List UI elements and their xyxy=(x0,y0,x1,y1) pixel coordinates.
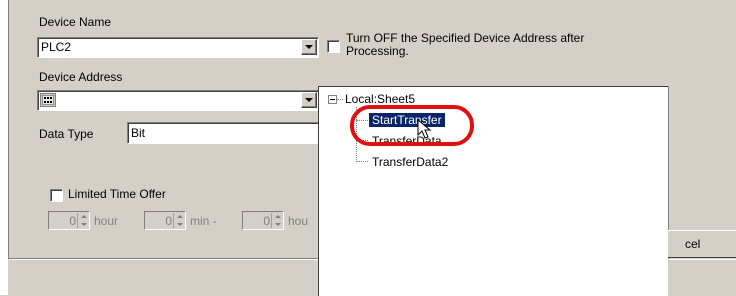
device-tree-popup[interactable]: Local:Sheet5 StartTransfer TransferData … xyxy=(318,86,668,296)
device-name-label: Device Name xyxy=(39,15,112,29)
keypad-grid-icon xyxy=(42,95,54,105)
spin-down-icon[interactable] xyxy=(272,220,283,228)
window-left-edge xyxy=(0,0,8,295)
spin-up-icon[interactable] xyxy=(78,213,89,221)
min-label: min - xyxy=(190,214,217,228)
data-type-label: Data Type xyxy=(39,127,94,141)
hour-label: hour xyxy=(94,214,119,228)
collapse-icon[interactable] xyxy=(328,95,337,104)
keypad-icon[interactable] xyxy=(40,93,56,107)
hand-cursor-icon xyxy=(417,119,432,139)
data-type-field[interactable]: Bit xyxy=(127,122,319,144)
chevron-down-icon xyxy=(305,98,313,102)
min-spinner-value: 0 xyxy=(165,213,172,228)
hour-spinner-arrows[interactable] xyxy=(77,213,89,228)
device-name-combo[interactable]: PLC2 xyxy=(37,37,319,58)
turn-off-label-line2: Processing. xyxy=(346,44,409,58)
device-address-value xyxy=(58,91,298,95)
window-left-shadow xyxy=(8,0,9,259)
hour-spinner-value: 0 xyxy=(69,213,76,228)
cancel-button[interactable]: cel xyxy=(658,230,736,258)
hour-spinner[interactable]: 0 xyxy=(48,211,90,230)
device-name-dropdown-button[interactable] xyxy=(301,39,317,55)
device-address-dropdown-button[interactable] xyxy=(301,92,317,108)
tree-connector xyxy=(356,161,368,162)
device-address-combo[interactable] xyxy=(37,90,319,111)
third-label: hou xyxy=(288,214,309,228)
third-spinner-arrows[interactable] xyxy=(271,213,283,228)
limited-time-checkbox[interactable] xyxy=(50,189,63,202)
device-address-label: Device Address xyxy=(39,70,123,84)
data-type-value: Bit xyxy=(131,126,146,140)
device-name-value: PLC2 xyxy=(41,40,72,54)
third-spinner-value: 0 xyxy=(263,213,270,228)
chevron-down-icon xyxy=(305,45,313,49)
tree-connector xyxy=(337,99,343,100)
turn-off-label: Turn OFF the Specified Device Address af… xyxy=(346,32,584,58)
turn-off-checkbox[interactable] xyxy=(327,40,340,53)
min-spinner[interactable]: 0 xyxy=(144,211,186,230)
spin-down-icon[interactable] xyxy=(78,220,89,228)
spin-up-icon[interactable] xyxy=(272,213,283,221)
spin-down-icon[interactable] xyxy=(174,220,185,228)
min-spinner-arrows[interactable] xyxy=(173,213,185,228)
tree-item-transfer-data2[interactable]: TransferData2 xyxy=(372,155,448,169)
cancel-button-label: cel xyxy=(685,237,701,251)
limited-time-label: Limited Time Offer xyxy=(68,187,166,201)
third-spinner[interactable]: 0 xyxy=(242,211,284,230)
spin-up-icon[interactable] xyxy=(174,213,185,221)
red-highlight-ellipse-icon xyxy=(350,105,474,146)
